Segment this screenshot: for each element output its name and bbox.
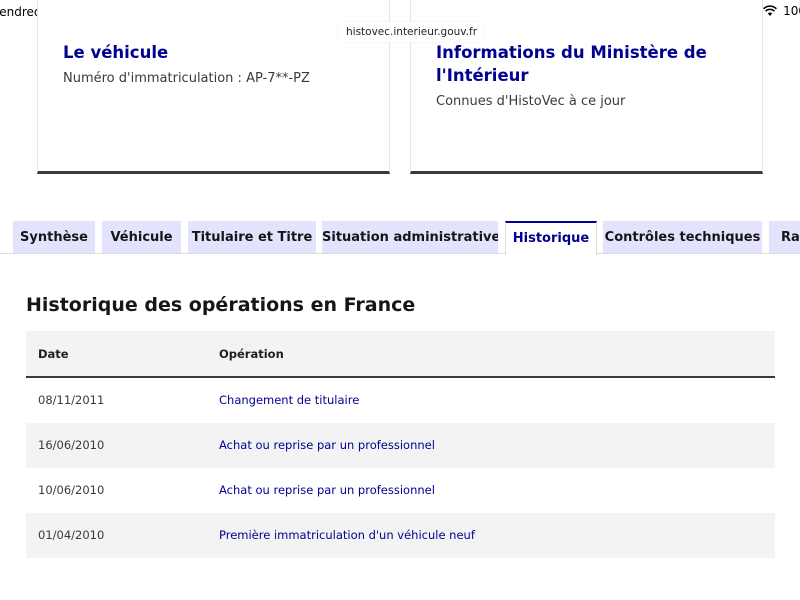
tab-bar: Synthèse Véhicule Titulaire et Titre Sit… — [0, 221, 800, 255]
url-bar[interactable]: histovec.interieur.gouv.fr — [338, 22, 486, 42]
table-body: 08/11/2011 Changement de titulaire 16/06… — [26, 378, 775, 558]
tab-situation[interactable]: Situation administrative — [322, 221, 498, 254]
row-date: 01/04/2010 — [38, 528, 105, 542]
ministry-card-subtitle: Connues d'HistoVec à ce jour — [436, 94, 626, 109]
table-row: 16/06/2010 Achat ou reprise par un profe… — [26, 423, 775, 468]
tab-vehicule[interactable]: Véhicule — [102, 221, 181, 254]
tab-controles[interactable]: Contrôles techniques — [603, 221, 762, 254]
vehicle-card: Le véhicule Numéro d'immatriculation : A… — [37, 0, 390, 174]
registration-number: Numéro d'immatriculation : AP-7**-PZ — [63, 71, 310, 86]
table-row: 01/04/2010 Première immatriculation d'un… — [26, 513, 775, 558]
tab-historique[interactable]: Historique — [505, 221, 597, 255]
section-title: Historique des opérations en France — [26, 294, 416, 316]
row-date: 16/06/2010 — [38, 438, 105, 452]
row-date: 08/11/2011 — [38, 393, 105, 407]
battery-level: 100 — [783, 4, 800, 18]
table-header: Date Opération — [26, 331, 775, 378]
header-operation: Opération — [219, 347, 284, 361]
row-date: 10/06/2010 — [38, 483, 105, 497]
header-date: Date — [38, 347, 69, 361]
row-operation: Changement de titulaire — [219, 393, 360, 407]
table-row: 10/06/2010 Achat ou reprise par un profe… — [26, 468, 775, 513]
table-row: 08/11/2011 Changement de titulaire — [26, 378, 775, 423]
history-table: Date Opération 08/11/2011 Changement de … — [26, 331, 775, 558]
ministry-card-title: Informations du Ministère de l'Intérieur — [436, 43, 707, 85]
tab-rapport[interactable]: Rapport — [769, 221, 800, 254]
vehicle-card-title: Le véhicule — [63, 43, 169, 62]
row-operation: Première immatriculation d'un véhicule n… — [219, 528, 475, 542]
row-operation: Achat ou reprise par un professionnel — [219, 483, 435, 497]
wifi-icon — [763, 5, 778, 16]
tab-synthese[interactable]: Synthèse — [13, 221, 95, 254]
tab-titulaire[interactable]: Titulaire et Titre — [188, 221, 316, 254]
tab-divider — [0, 253, 800, 254]
row-operation: Achat ou reprise par un professionnel — [219, 438, 435, 452]
